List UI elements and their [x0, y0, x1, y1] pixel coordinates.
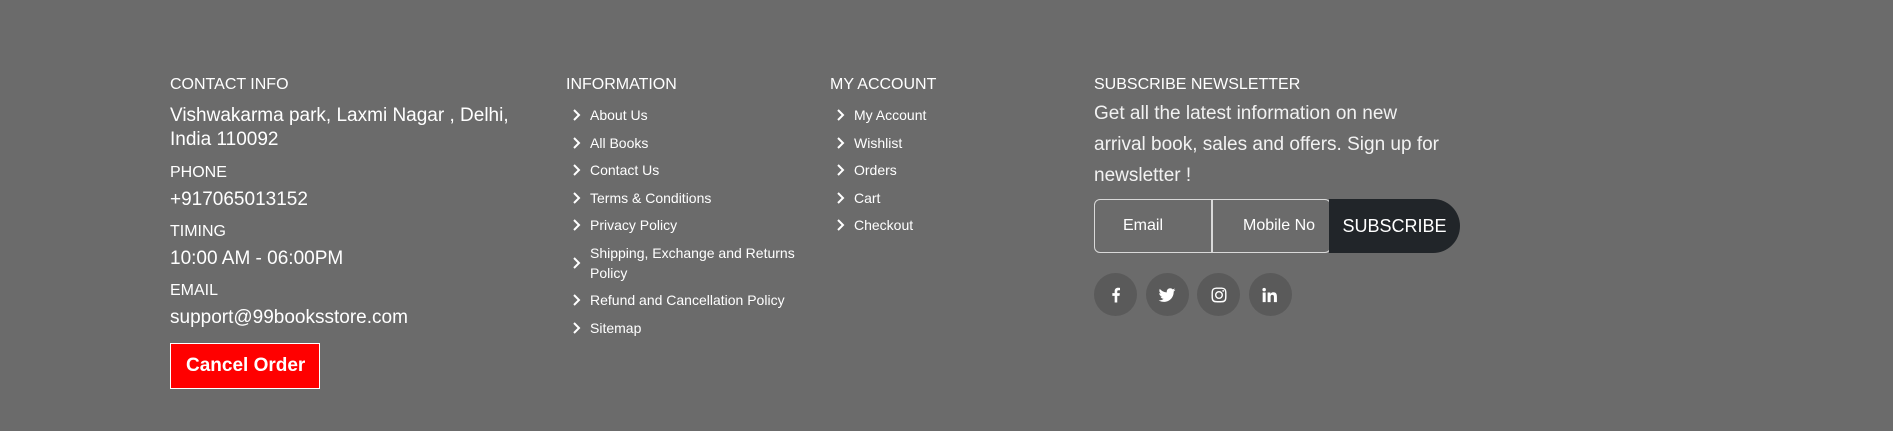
chevron-right-icon: [566, 191, 590, 204]
newsletter-description: Get all the latest information on new ar…: [1094, 103, 1440, 186]
subscribe-button[interactable]: SUBSCRIBE: [1329, 199, 1460, 253]
chevron-right-icon: [566, 219, 590, 231]
newsletter-mobile-input[interactable]: [1212, 199, 1331, 253]
newsletter-email-input[interactable]: [1094, 199, 1212, 253]
phone-label: PHONE: [170, 164, 227, 181]
link-privacy-policy[interactable]: Privacy Policy: [566, 215, 826, 235]
chevron-right-icon: [566, 109, 590, 121]
facebook-icon: [1111, 287, 1120, 302]
link-about-us[interactable]: About Us: [566, 105, 826, 125]
timing-label: TIMING: [170, 223, 226, 240]
chevron-right-icon: [566, 256, 590, 269]
link-label: Checkout: [854, 217, 914, 233]
link-label: Terms & Conditions: [590, 189, 712, 206]
link-checkout[interactable]: Checkout: [830, 215, 1070, 235]
chevron-right-icon: [830, 191, 854, 204]
timing-value: 10:00 AM - 06:00PM: [170, 248, 344, 269]
link-contact-us[interactable]: Contact Us: [566, 160, 826, 180]
link-label: Shipping, Exchange and Returns Policy: [590, 244, 795, 281]
link-label: My Account: [854, 107, 927, 123]
chevron-right-icon: [830, 109, 854, 121]
link-label: All Books: [590, 134, 649, 151]
newsletter-section: SUBSCRIBE NEWSLETTER Get all the latest …: [1094, 76, 1494, 316]
subscribe-form: SUBSCRIBE: [1094, 199, 1494, 253]
link-shipping-policy[interactable]: Shipping, Exchange and Returns Policy: [566, 243, 826, 283]
linkedin-link[interactable]: [1248, 273, 1292, 316]
my-account-heading: MY ACCOUNT: [830, 76, 937, 93]
link-label: Cart: [854, 189, 881, 206]
link-my-account[interactable]: My Account: [830, 105, 1070, 125]
chevron-right-icon: [830, 164, 854, 176]
link-label: Sitemap: [590, 319, 642, 336]
link-wishlist[interactable]: Wishlist: [830, 133, 1070, 153]
link-terms-conditions[interactable]: Terms & Conditions: [566, 188, 826, 208]
twitter-icon: [1158, 287, 1176, 302]
link-label: Refund and Cancellation Policy: [590, 292, 785, 308]
chevron-right-icon: [830, 219, 854, 231]
link-refund-policy[interactable]: Refund and Cancellation Policy: [566, 290, 826, 310]
link-label: Contact Us: [590, 162, 660, 178]
chevron-right-icon: [566, 321, 590, 334]
facebook-link[interactable]: [1094, 273, 1137, 316]
link-label: Privacy Policy: [590, 217, 678, 233]
chevron-right-icon: [566, 136, 590, 149]
cancel-order-button[interactable]: Cancel Order: [170, 343, 321, 389]
link-sitemap[interactable]: Sitemap: [566, 318, 826, 338]
link-cart[interactable]: Cart: [830, 188, 1070, 208]
chevron-right-icon: [566, 164, 590, 176]
my-account-section: MY ACCOUNT My Account Wishlist Orders Ca…: [830, 76, 1070, 243]
link-label: Wishlist: [854, 134, 903, 151]
link-label: About Us: [590, 107, 648, 123]
contact-address: Vishwakarma park, Laxmi Nagar , Delhi, I…: [170, 105, 509, 150]
instagram-link[interactable]: [1197, 273, 1240, 316]
contact-info-heading: CONTACT INFO: [170, 76, 289, 93]
email-label: EMAIL: [170, 282, 219, 299]
link-label: Orders: [854, 162, 897, 178]
instagram-icon: [1211, 287, 1226, 302]
information-heading: INFORMATION: [566, 76, 677, 93]
account-links: My Account Wishlist Orders Cart Checkout: [830, 105, 1070, 235]
chevron-right-icon: [566, 294, 590, 306]
link-all-books[interactable]: All Books: [566, 133, 826, 153]
chevron-right-icon: [830, 136, 854, 149]
link-orders[interactable]: Orders: [830, 160, 1070, 180]
email-address[interactable]: support@99booksstore.com: [170, 307, 540, 329]
phone-number[interactable]: +917065013152: [170, 189, 540, 211]
newsletter-heading: SUBSCRIBE NEWSLETTER: [1094, 76, 1301, 93]
information-links: About Us All Books Contact Us Terms & Co…: [566, 105, 826, 338]
contact-info-section: CONTACT INFO Vishwakarma park, Laxmi Nag…: [170, 76, 540, 389]
social-links: [1094, 273, 1494, 316]
information-section: INFORMATION About Us All Books Contact U…: [566, 76, 826, 345]
twitter-link[interactable]: [1145, 273, 1189, 316]
linkedin-icon: [1262, 287, 1277, 302]
